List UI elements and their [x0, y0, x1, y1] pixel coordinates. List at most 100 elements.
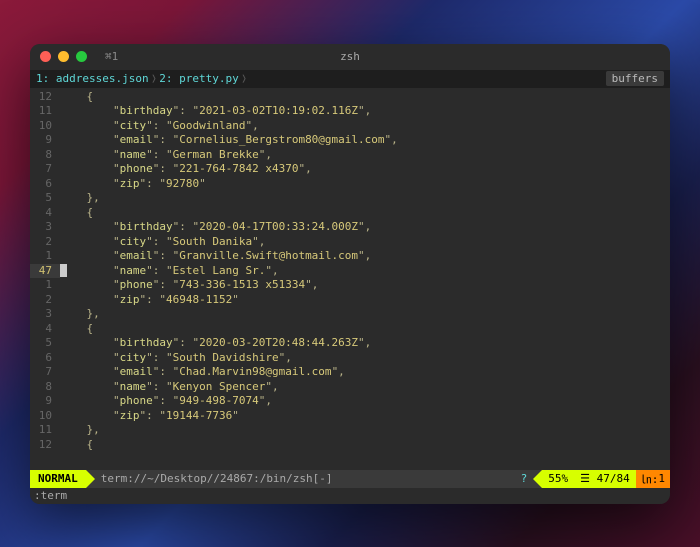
chevron-right-icon: ❭	[241, 72, 248, 85]
code-content: {	[60, 322, 670, 337]
line-number: 7	[30, 365, 60, 380]
terminal-window: ⌘1 zsh 1: addresses.json ❭ 2: pretty.py …	[30, 44, 670, 504]
line-number: 4	[30, 206, 60, 221]
tab-indicator: ⌘1	[105, 50, 118, 63]
minimize-icon[interactable]	[58, 51, 69, 62]
code-content: "email": "Chad.Marvin98@gmail.com",	[60, 365, 670, 380]
line-number: 8	[30, 380, 60, 395]
line-number: 3	[30, 220, 60, 235]
code-content: {	[60, 206, 670, 221]
file-path: term://~/Desktop//24867:/bin/zsh[-]	[95, 470, 515, 488]
code-line[interactable]: 8 "name": "German Brekke",	[30, 148, 670, 163]
line-number: 6	[30, 351, 60, 366]
line-position: ☰ 47/84	[574, 470, 636, 488]
code-content: "birthday": "2020-03-20T20:48:44.263Z",	[60, 336, 670, 351]
code-content: "phone": "221-764-7842 x4370",	[60, 162, 670, 177]
line-number: 2	[30, 293, 60, 308]
code-content: "phone": "949-498-7074",	[60, 394, 670, 409]
code-line[interactable]: 4 {	[30, 206, 670, 221]
code-content: "zip": "19144-7736"	[60, 409, 670, 424]
code-line[interactable]: 47 "name": "Estel Lang Sr.",	[30, 264, 670, 279]
code-line[interactable]: 6 "zip": "92780"	[30, 177, 670, 192]
code-line[interactable]: 5 },	[30, 191, 670, 206]
line-number: 7	[30, 162, 60, 177]
code-content: "name": "Estel Lang Sr.",	[60, 264, 670, 279]
code-line[interactable]: 2 "city": "South Danika",	[30, 235, 670, 250]
code-content: },	[60, 307, 670, 322]
traffic-lights	[40, 51, 87, 62]
chevron-right-icon: ❭	[151, 72, 158, 85]
code-line[interactable]: 3 "birthday": "2020-04-17T00:33:24.000Z"…	[30, 220, 670, 235]
code-line[interactable]: 10 "zip": "19144-7736"	[30, 409, 670, 424]
code-content: },	[60, 423, 670, 438]
close-icon[interactable]	[40, 51, 51, 62]
line-number: 8	[30, 148, 60, 163]
code-line[interactable]: 11 },	[30, 423, 670, 438]
scroll-percent: 55%	[542, 470, 574, 488]
code-line[interactable]: 8 "name": "Kenyon Spencer",	[30, 380, 670, 395]
window-title: zsh	[340, 50, 360, 63]
code-content: "city": "South Davidshire",	[60, 351, 670, 366]
line-number: 9	[30, 133, 60, 148]
code-content: "zip": "92780"	[60, 177, 670, 192]
command-line[interactable]: :term	[30, 488, 670, 504]
line-number: 1	[30, 249, 60, 264]
help-icon[interactable]: ?	[515, 470, 534, 488]
cursor-icon	[60, 264, 67, 277]
code-line[interactable]: 9 "email": "Cornelius_Bergstrom80@gmail.…	[30, 133, 670, 148]
code-content: "city": "Goodwinland",	[60, 119, 670, 134]
code-content: "zip": "46948-1152"	[60, 293, 670, 308]
code-content: {	[60, 90, 670, 105]
line-number: 9	[30, 394, 60, 409]
code-line[interactable]: 7 "phone": "221-764-7842 x4370",	[30, 162, 670, 177]
code-content: {	[60, 438, 670, 453]
code-line[interactable]: 10 "city": "Goodwinland",	[30, 119, 670, 134]
code-line[interactable]: 7 "email": "Chad.Marvin98@gmail.com",	[30, 365, 670, 380]
code-line[interactable]: 5 "birthday": "2020-03-20T20:48:44.263Z"…	[30, 336, 670, 351]
line-number: 10	[30, 119, 60, 134]
buffer-tab-1[interactable]: 1: addresses.json	[36, 72, 149, 85]
buffer-tab-2[interactable]: 2: pretty.py	[159, 72, 238, 85]
code-content: "name": "Kenyon Spencer",	[60, 380, 670, 395]
zoom-icon[interactable]	[76, 51, 87, 62]
line-number: 5	[30, 191, 60, 206]
code-line[interactable]: 1 "phone": "743-336-1513 x51334",	[30, 278, 670, 293]
code-line[interactable]: 1 "email": "Granville.Swift@hotmail.com"…	[30, 249, 670, 264]
line-number: 1	[30, 278, 60, 293]
line-number: 12	[30, 438, 60, 453]
code-line[interactable]: 4 {	[30, 322, 670, 337]
separator-icon	[533, 470, 542, 488]
code-line[interactable]: 12 {	[30, 90, 670, 105]
code-line[interactable]: 2 "zip": "46948-1152"	[30, 293, 670, 308]
mode-indicator: NORMAL	[30, 470, 86, 488]
line-number: 5	[30, 336, 60, 351]
titlebar: ⌘1 zsh	[30, 44, 670, 70]
code-content: "email": "Cornelius_Bergstrom80@gmail.co…	[60, 133, 670, 148]
code-content: },	[60, 191, 670, 206]
line-number: 11	[30, 104, 60, 119]
line-number: 12	[30, 90, 60, 105]
code-line[interactable]: 3 },	[30, 307, 670, 322]
line-number: 2	[30, 235, 60, 250]
buffers-label: buffers	[606, 71, 664, 86]
code-line[interactable]: 12 {	[30, 438, 670, 453]
line-number: 10	[30, 409, 60, 424]
code-content: "email": "Granville.Swift@hotmail.com",	[60, 249, 670, 264]
line-number: 6	[30, 177, 60, 192]
code-content: "birthday": "2021-03-02T10:19:02.116Z",	[60, 104, 670, 119]
editor-pane[interactable]: 12 {11 "birthday": "2021-03-02T10:19:02.…	[30, 88, 670, 470]
code-line[interactable]: 6 "city": "South Davidshire",	[30, 351, 670, 366]
code-content: "birthday": "2020-04-17T00:33:24.000Z",	[60, 220, 670, 235]
line-number: 4	[30, 322, 60, 337]
line-number: 3	[30, 307, 60, 322]
status-line: NORMAL term://~/Desktop//24867:/bin/zsh[…	[30, 470, 670, 488]
code-content: "name": "German Brekke",	[60, 148, 670, 163]
line-number: 47	[30, 264, 60, 279]
code-line[interactable]: 9 "phone": "949-498-7074",	[30, 394, 670, 409]
code-content: "city": "South Danika",	[60, 235, 670, 250]
separator-icon	[86, 470, 95, 488]
code-line[interactable]: 11 "birthday": "2021-03-02T10:19:02.116Z…	[30, 104, 670, 119]
buffer-line: 1: addresses.json ❭ 2: pretty.py ❭ buffe…	[30, 70, 670, 88]
code-content: "phone": "743-336-1513 x51334",	[60, 278, 670, 293]
line-number: 11	[30, 423, 60, 438]
